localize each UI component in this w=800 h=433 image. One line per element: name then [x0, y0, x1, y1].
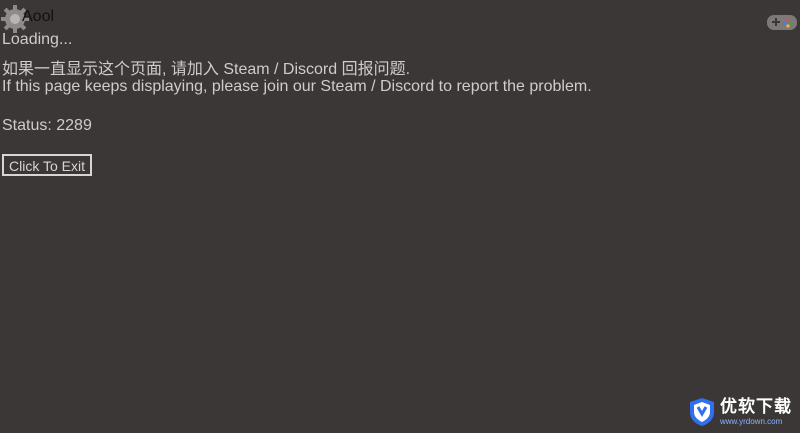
loading-text: Loading...: [2, 31, 73, 48]
watermark-name: 优软下载: [720, 396, 792, 417]
help-message-chinese: 如果一直显示这个页面, 请加入 Steam / Discord 回报问题.: [2, 61, 411, 78]
gamepad-icon[interactable]: [766, 12, 798, 32]
exit-button[interactable]: Click To Exit: [2, 154, 92, 176]
status-text: Status: 2289: [2, 117, 92, 134]
app-title: Aool: [22, 8, 55, 25]
help-message-english: If this page keeps displaying, please jo…: [2, 78, 592, 95]
watermark: 优软下载 www.yrdown.com: [688, 397, 792, 427]
watermark-url: www.yrdown.com: [720, 416, 783, 426]
shield-logo-icon: [690, 398, 714, 426]
